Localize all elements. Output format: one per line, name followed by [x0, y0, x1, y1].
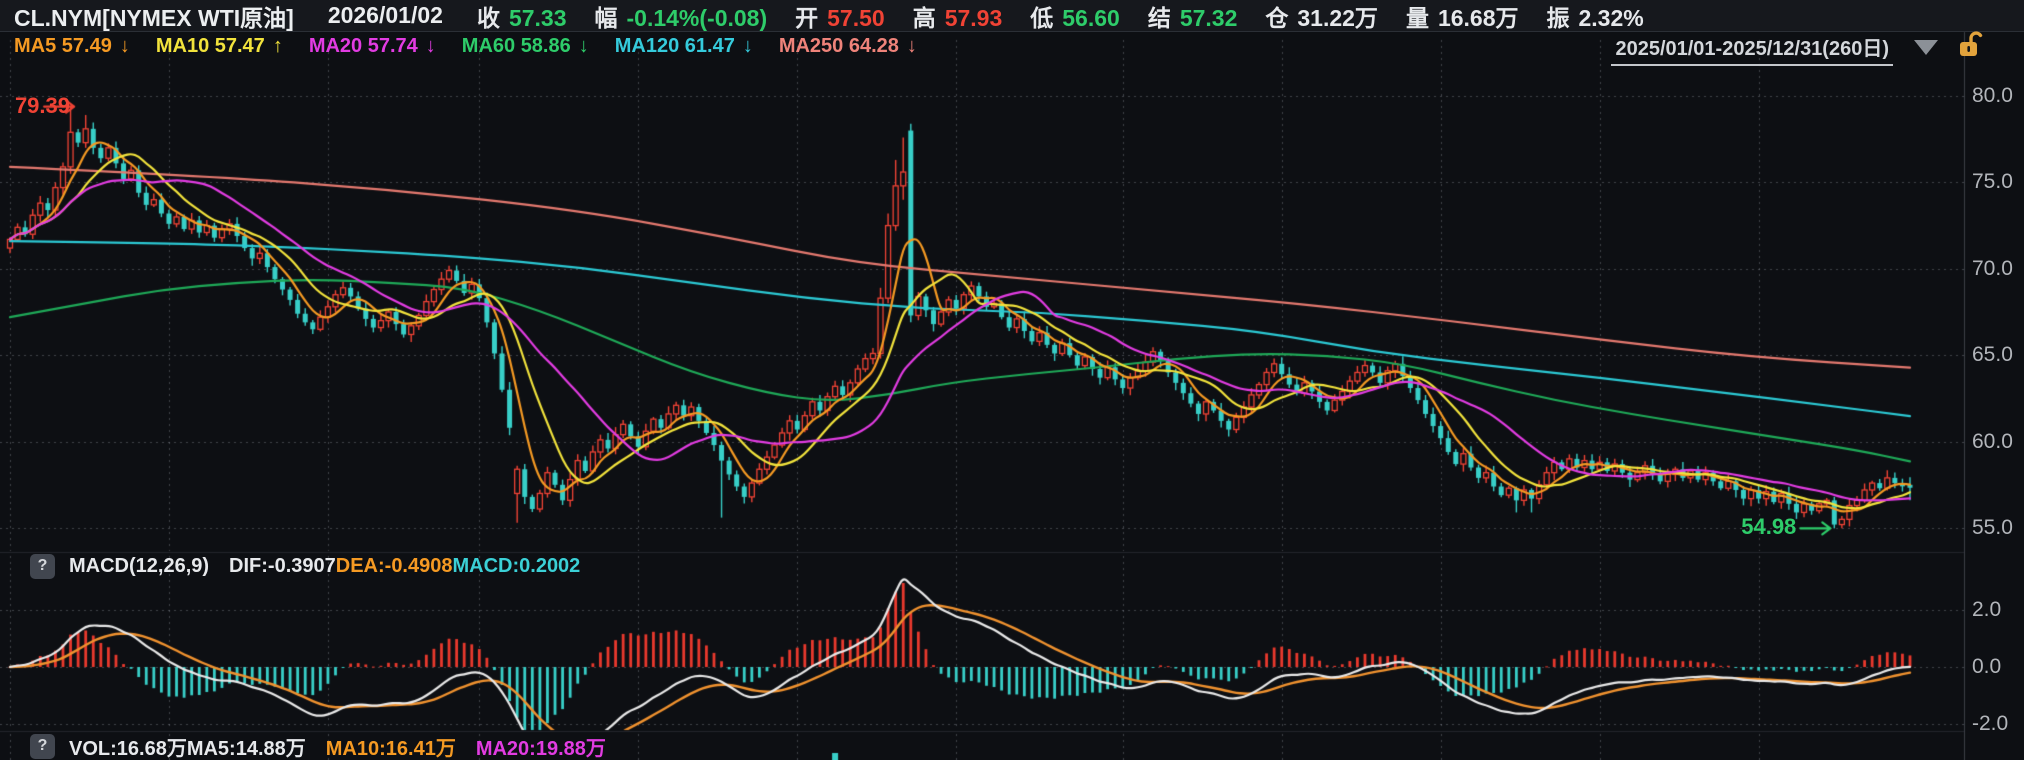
ma-indicator-row: MA5 57.49↓ MA10 57.47↑ MA20 57.74↓ MA60 58.… [14, 34, 943, 58]
quote-field-value: -0.14%(-0.08) [627, 5, 768, 31]
quote-field-开: 开 57.50 [795, 0, 885, 33]
price-annotation: 79.39 [0, 93, 70, 119]
trend-arrow-icon: ↓ [907, 35, 917, 57]
quote-field-label: 量 [1406, 5, 1429, 31]
price-axis-label: 60.0 [1972, 430, 2013, 454]
quote-field-value: 2.32% [1579, 5, 1644, 31]
trend-arrow-icon: ↓ [426, 35, 436, 57]
quote-field-低: 低 56.60 [1030, 0, 1120, 33]
quote-field-value: 57.50 [827, 5, 885, 31]
vol-ma20-value: MA20:19.88万 [476, 732, 606, 760]
quote-field-value: 57.32 [1180, 5, 1238, 31]
chart-application: CL.NYM[NYMEX WTI原油] 2026/01/02 收 57.33 幅 -0… [0, 0, 2024, 760]
quote-field-label: 低 [1030, 5, 1053, 31]
price-axis-label: 65.0 [1972, 343, 2013, 367]
quote-field-value: 56.60 [1062, 5, 1120, 31]
quote-field-label: 高 [913, 5, 936, 31]
macd-axis-label: 0.0 [1972, 655, 2001, 679]
macd-dif-value: DIF:-0.3907 [229, 555, 336, 578]
trade-date: 2026/01/02 [328, 2, 443, 29]
ma-indicator-ma5: MA5 57.49↓ [14, 35, 130, 58]
quote-field-value: 16.68万 [1438, 5, 1519, 31]
date-range-control[interactable]: 2025/01/01-2025/12/31(260日) [1611, 32, 1893, 66]
ma-indicator-ma250: MA250 64.28↓ [779, 35, 917, 58]
macd-axis-label: 2.0 [1972, 598, 2001, 622]
quote-field-value: 57.33 [509, 5, 567, 31]
trend-arrow-icon: ↓ [743, 35, 753, 57]
vol-value: VOL:16.68万 [69, 732, 187, 760]
header-bar: CL.NYM[NYMEX WTI原油] 2026/01/02 收 57.33 幅 -0… [0, 0, 2024, 32]
symbol-title: CL.NYM[NYMEX WTI原油] [14, 0, 294, 33]
quote-field-label: 幅 [595, 5, 618, 31]
quote-field-幅: 幅 -0.14%(-0.08) [595, 0, 768, 33]
price-axis-label: 80.0 [1972, 84, 2013, 108]
chevron-down-icon[interactable] [1914, 40, 1938, 55]
macd-label-row: ? MACD(12,26,9) DIF:-0.3907 DEA:-0.4908 … [30, 553, 580, 579]
volume-label-row: ? VOL:16.68万 MA5:14.88万 MA10:16.41万 MA20… [30, 733, 606, 759]
macd-axis-label: -2.0 [1972, 712, 2008, 736]
quote-field-label: 振 [1547, 5, 1570, 31]
trend-arrow-icon: ↑ [273, 35, 283, 57]
quote-field-结: 结 57.32 [1148, 0, 1238, 33]
help-icon[interactable]: ? [30, 554, 55, 579]
price-axis-label: 75.0 [1972, 170, 2013, 194]
quote-field-label: 结 [1148, 5, 1171, 31]
trend-arrow-icon: ↓ [579, 35, 589, 57]
price-axis-label: 70.0 [1972, 257, 2013, 281]
trend-arrow-icon: ↓ [120, 35, 130, 57]
macd-hist-value: MACD:0.2002 [452, 555, 580, 578]
ma-indicator-ma60: MA60 58.86↓ [462, 35, 589, 58]
quote-field-label: 仓 [1265, 5, 1288, 31]
price-axis-label: 55.0 [1972, 516, 2013, 540]
quote-field-量: 量 16.68万 [1406, 0, 1519, 33]
macd-title: MACD(12,26,9) [69, 555, 209, 578]
quote-field-value: 57.93 [945, 5, 1003, 31]
quote-field-振: 振 2.32% [1547, 0, 1644, 33]
ma-indicator-ma20: MA20 57.74↓ [309, 35, 436, 58]
macd-dea-value: DEA:-0.4908 [336, 555, 453, 578]
help-icon[interactable]: ? [30, 734, 55, 759]
quote-field-value: 31.22万 [1297, 5, 1378, 31]
price-chart-canvas[interactable] [0, 0, 2024, 760]
date-range-label[interactable]: 2025/01/01-2025/12/31(260日) [1611, 32, 1893, 66]
vol-ma10-value: MA10:16.41万 [326, 732, 456, 760]
unlock-icon[interactable] [1954, 30, 1984, 65]
quote-field-label: 收 [477, 5, 500, 31]
ma-indicator-ma10: MA10 57.47↑ [156, 35, 283, 58]
quote-fields: 收 57.33 幅 -0.14%(-0.08) 开 57.50 高 57.93 低 56.60 结5… [477, 0, 1672, 33]
price-annotation: 54.98 [1706, 514, 1796, 540]
quote-field-收: 收 57.33 [477, 0, 567, 33]
vol-ma5-value: MA5:14.88万 [187, 732, 306, 760]
quote-field-仓: 仓 31.22万 [1265, 0, 1378, 33]
quote-field-label: 开 [795, 5, 818, 31]
quote-field-高: 高 57.93 [913, 0, 1003, 33]
ma-indicator-ma120: MA120 61.47↓ [615, 35, 753, 58]
